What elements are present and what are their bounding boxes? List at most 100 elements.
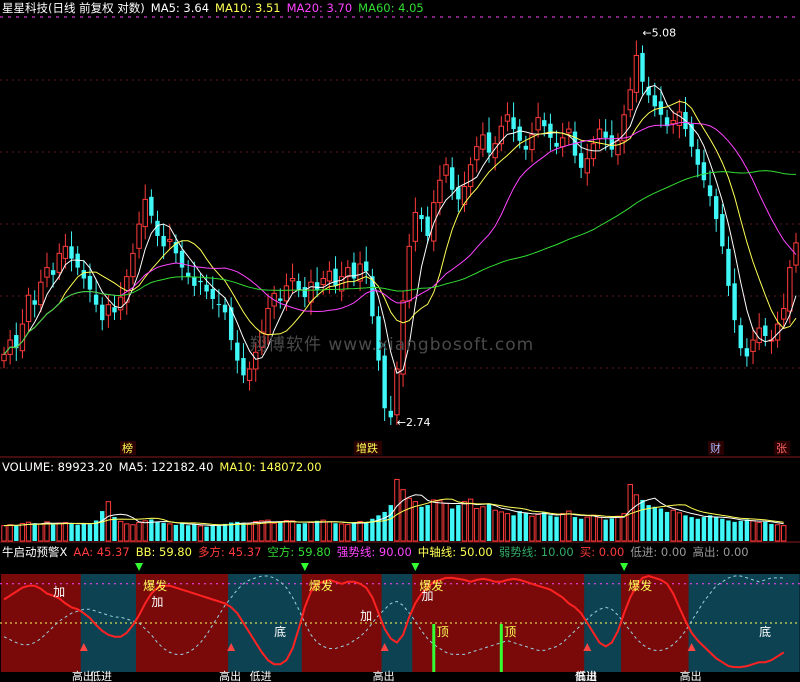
add-signal-label: 加 <box>360 609 372 623</box>
volume-bar-up <box>320 519 326 542</box>
top-signal-label: 顶 <box>437 625 449 639</box>
volume-bar-down <box>707 515 713 541</box>
volume-bar-up <box>535 513 541 542</box>
volume-bar-up <box>590 514 597 542</box>
candle-down <box>695 149 700 165</box>
volume-bar-up <box>504 513 511 542</box>
volume-bar-up <box>62 522 69 542</box>
candle-down <box>419 214 424 220</box>
volume-bar-up <box>394 478 400 542</box>
candle-down <box>32 300 37 305</box>
volume-bar-up <box>566 510 572 542</box>
indicator-header: 牛启动预警X AA: 45.37 BB: 59.80 多方: 45.37 空方: 59.… <box>2 545 755 559</box>
volume-bar-down <box>222 523 228 541</box>
volume-bar-up <box>584 516 590 542</box>
candle-down <box>333 268 338 286</box>
volume-bar-up <box>559 513 566 542</box>
candle-up <box>750 339 756 352</box>
burst-signal-label: 爆发 <box>143 578 167 593</box>
volume-bar-down <box>81 523 87 541</box>
vol-ma10-readout: MA10: 148072.00 <box>219 460 322 474</box>
candle-down <box>364 261 369 272</box>
candle-up <box>308 281 314 303</box>
volume-bar-down <box>296 523 301 541</box>
volume-bar-up <box>412 501 419 542</box>
candle-up <box>443 164 449 176</box>
mid-readout: 中轴线: 50.00 <box>417 545 493 559</box>
candle-down <box>100 304 105 321</box>
volume-bar-down <box>664 511 670 541</box>
candle-up <box>38 281 44 306</box>
candle-down <box>511 117 516 130</box>
candle-down <box>50 270 56 275</box>
volume-bar-up <box>7 524 13 542</box>
candle-down <box>449 167 455 190</box>
candle-down <box>179 250 185 268</box>
volume-bar-up <box>443 502 449 542</box>
candle-up <box>283 285 290 302</box>
candle-up <box>289 277 296 282</box>
ma5-readout: MA5: 3.64 <box>150 1 210 15</box>
candle-down <box>523 145 529 150</box>
volume-bar-up <box>283 519 290 542</box>
volume-bar-up <box>461 501 468 542</box>
bull-zone <box>43 574 51 672</box>
candle-down <box>707 185 713 197</box>
weak-readout: 弱势线: 10.00 <box>498 545 574 559</box>
burst-signal-label: 爆发 <box>628 578 652 593</box>
volume-bar-down <box>554 516 559 541</box>
volume-bar-down <box>542 512 547 541</box>
volume-bar-up <box>357 521 363 542</box>
volume-bar-down <box>388 505 393 541</box>
indicator-name: 牛启动预警X <box>2 545 68 559</box>
candle-up <box>136 223 142 249</box>
low-in-label: 低进 <box>90 670 112 682</box>
burst-signal-label: 爆发 <box>309 578 333 593</box>
candle-down <box>87 275 93 290</box>
candle-up <box>584 158 590 174</box>
candle-down <box>542 120 547 127</box>
candle-up <box>142 198 148 228</box>
volume-bar-up <box>781 525 787 542</box>
watermark: 翔博软件 www.xiangbosoft.com <box>250 335 535 355</box>
top-signal-label: 顶 <box>504 625 516 639</box>
candle-up <box>566 128 572 134</box>
bull-zone <box>528 574 536 672</box>
ma60-readout: MA60: 4.05 <box>358 1 424 15</box>
info-marker: 张 <box>776 442 787 455</box>
volume-bar-down <box>192 524 197 541</box>
volume-bar-up <box>431 499 437 542</box>
candle-down <box>720 214 725 247</box>
candle-up <box>535 117 541 131</box>
candle-up <box>627 89 633 111</box>
kong-readout: 空方: 59.80 <box>267 545 331 559</box>
volume-bar-down <box>646 505 651 541</box>
volume-bar-down <box>87 524 93 541</box>
candle-down <box>185 272 191 277</box>
candle-down <box>161 235 166 247</box>
bull-zone <box>461 574 469 672</box>
volume-header: VOLUME: 89923.20 MA5: 122182.40 MA10: 1480… <box>2 460 328 474</box>
volume-bar-down <box>32 523 37 541</box>
volume-bar-up <box>437 500 443 542</box>
volume-bar-up <box>136 522 142 542</box>
candle-down <box>603 131 608 138</box>
candle-down <box>425 216 430 236</box>
buy-readout: 买: 0.00 <box>579 545 625 559</box>
candle-up <box>25 294 32 323</box>
candle-up <box>431 202 437 242</box>
volume-bar-up <box>467 498 474 542</box>
volume-bar-down <box>701 517 707 541</box>
stock-chart-window[interactable]: { "header": { "title": "星星科技(日线 前复权 对数)"… <box>0 0 800 682</box>
volume-bar-down <box>517 511 522 541</box>
candle-down <box>278 298 283 301</box>
candle-up <box>596 128 603 140</box>
volume-bar-down <box>241 522 246 541</box>
volume-bar-up <box>167 523 173 542</box>
buy-signal-arrow <box>300 563 309 571</box>
candle-down <box>486 132 492 153</box>
volume-bar-down <box>695 518 700 541</box>
candle-down <box>241 358 246 376</box>
candle-up <box>326 270 333 282</box>
candle-up <box>394 368 400 416</box>
